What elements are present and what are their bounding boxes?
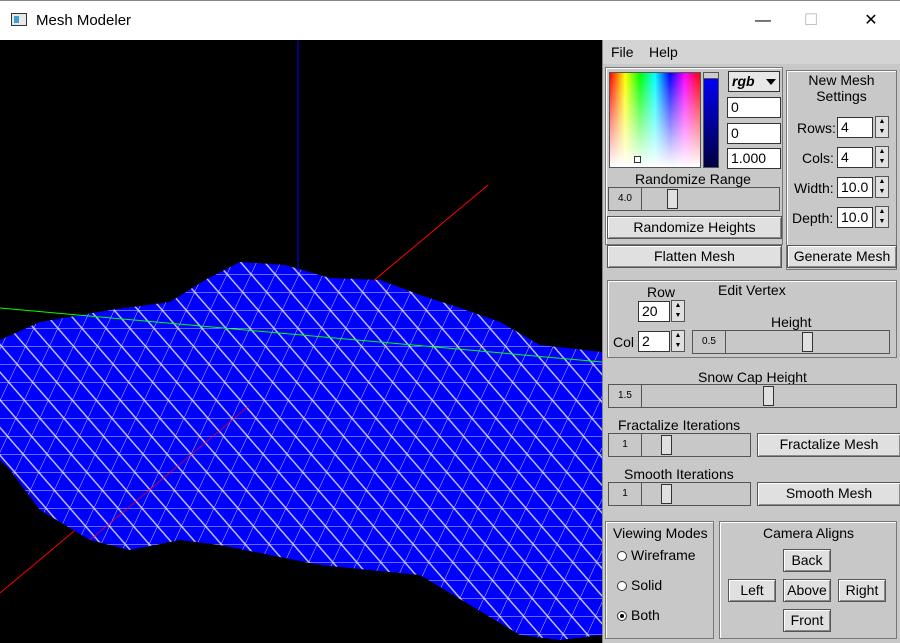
rows-field[interactable]: 4 — [837, 117, 873, 138]
new-mesh-settings-title: New Mesh Settings — [808, 72, 875, 104]
fractalize-slider[interactable]: 1 — [608, 433, 751, 457]
radio-wireframe[interactable]: Wireframe — [617, 547, 696, 563]
generate-mesh-button[interactable]: Generate Mesh — [787, 245, 897, 268]
randomize-range-label: Randomize Range — [635, 171, 751, 187]
cols-field[interactable]: 4 — [837, 147, 873, 168]
width-field[interactable]: 10.0 — [837, 177, 873, 198]
chevron-down-icon — [766, 79, 776, 85]
col-label: Col — [613, 334, 635, 350]
color-picker-marker[interactable] — [634, 156, 641, 163]
height-slider[interactable]: 0.5 — [692, 330, 890, 354]
edit-vertex-title: Edit Vertex — [718, 282, 786, 298]
camera-back-button[interactable]: Back — [783, 549, 831, 572]
value-slider-thumb[interactable] — [704, 73, 718, 79]
camera-aligns-title: Camera Aligns — [763, 525, 855, 541]
row-spinner[interactable]: ▲ ▼ — [671, 300, 685, 322]
camera-front-button[interactable]: Front — [783, 609, 831, 632]
mesh-wireframe — [0, 262, 602, 640]
color-field-1[interactable]: 0 — [727, 97, 781, 118]
menu-file[interactable]: File — [611, 44, 634, 60]
width-label: Width: — [794, 180, 834, 196]
height-value: 0.5 — [693, 331, 726, 353]
height-thumb[interactable] — [802, 332, 813, 352]
radio-dot[interactable] — [617, 551, 627, 562]
maximize-button[interactable]: ☐ — [788, 6, 834, 36]
cols-spinner[interactable]: ▲ ▼ — [875, 146, 889, 168]
snow-cap-value: 1.5 — [609, 385, 642, 407]
randomize-range-slider[interactable]: 4.0 — [608, 187, 780, 211]
radio-solid[interactable]: Solid — [617, 577, 662, 593]
viewing-modes-title: Viewing Modes — [613, 525, 708, 541]
snow-cap-thumb[interactable] — [763, 386, 774, 406]
smooth-value: 1 — [609, 483, 642, 505]
randomize-range-thumb[interactable] — [667, 189, 678, 209]
fractalize-value: 1 — [609, 434, 642, 456]
color-mode-select[interactable]: rgb — [728, 71, 780, 92]
mesh-render — [0, 40, 602, 640]
flatten-mesh-button[interactable]: Flatten Mesh — [607, 245, 782, 268]
radio-solid-label: Solid — [631, 577, 663, 593]
camera-above-button[interactable]: Above — [783, 579, 831, 602]
col-spinner[interactable]: ▲ ▼ — [671, 330, 685, 352]
height-label: Height — [771, 314, 812, 330]
smooth-label: Smooth Iterations — [624, 466, 734, 482]
color-picker[interactable] — [609, 72, 701, 168]
camera-left-button[interactable]: Left — [728, 579, 776, 602]
cols-label: Cols: — [802, 150, 834, 166]
randomize-heights-button[interactable]: Randomize Heights — [607, 216, 782, 239]
camera-right-button[interactable]: Right — [838, 579, 886, 602]
control-panel: File Help rgb 0 0 1.000 Randomize Range … — [602, 40, 900, 643]
color-field-3[interactable]: 1.000 — [727, 148, 781, 169]
value-slider[interactable] — [703, 72, 719, 168]
app-icon — [11, 13, 27, 26]
radio-both-label: Both — [631, 607, 660, 623]
minimize-button[interactable]: — — [740, 6, 786, 36]
fractalize-label: Fractalize Iterations — [618, 417, 741, 433]
depth-field[interactable]: 10.0 — [837, 207, 873, 228]
color-mode-value: rgb — [732, 73, 755, 89]
radio-dot[interactable] — [617, 581, 627, 592]
color-field-2[interactable]: 0 — [727, 123, 781, 144]
fractalize-mesh-button[interactable]: Fractalize Mesh — [757, 433, 900, 457]
smooth-thumb[interactable] — [661, 484, 672, 504]
menu-help[interactable]: Help — [649, 44, 678, 60]
3d-viewport[interactable] — [0, 40, 602, 643]
depth-spinner[interactable]: ▲ ▼ — [875, 206, 889, 228]
window-title: Mesh Modeler — [36, 12, 132, 29]
title-bar: Mesh Modeler — ☐ ✕ — [0, 0, 900, 40]
snow-cap-slider[interactable]: 1.5 — [608, 384, 897, 408]
row-field[interactable]: 20 — [638, 301, 670, 322]
radio-dot-selected[interactable] — [617, 611, 627, 622]
rows-label: Rows: — [797, 120, 836, 136]
smooth-slider[interactable]: 1 — [608, 482, 751, 506]
randomize-range-value: 4.0 — [609, 188, 642, 210]
row-label: Row — [647, 284, 676, 300]
fractalize-thumb[interactable] — [661, 435, 672, 455]
col-field[interactable]: 2 — [638, 331, 670, 352]
radio-wireframe-label: Wireframe — [631, 547, 696, 563]
smooth-mesh-button[interactable]: Smooth Mesh — [757, 482, 900, 506]
radio-both[interactable]: Both — [617, 607, 660, 623]
snow-cap-label: Snow Cap Height — [698, 369, 807, 385]
close-button[interactable]: ✕ — [848, 6, 894, 36]
width-spinner[interactable]: ▲ ▼ — [875, 176, 889, 198]
depth-label: Depth: — [792, 210, 834, 226]
menu-bar: File Help — [603, 40, 900, 64]
rows-spinner[interactable]: ▲ ▼ — [875, 116, 889, 138]
